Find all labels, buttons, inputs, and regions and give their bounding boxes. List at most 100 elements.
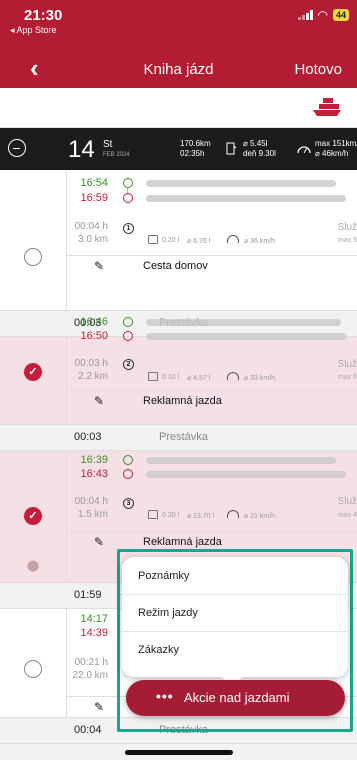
trip-selected-check-icon[interactable]: ✓ [24,363,42,381]
trip-end-time: 16:43 [80,468,108,480]
speedometer-icon [227,372,239,380]
fuel-icon [148,372,158,381]
day-speed-max: max 151km/h [315,139,357,148]
collapse-icon[interactable] [8,139,26,157]
trip-start-time: 16:39 [80,454,108,466]
trip-end-time: 14:39 [80,627,108,639]
purpose-row[interactable]: ✎ Reklamná jazda [66,390,357,412]
done-button[interactable]: Hotovo [294,61,342,78]
break-time: 01:59 [74,589,102,601]
start-location-icon [123,455,133,465]
month-year: FEB 2024 [103,152,130,158]
pencil-icon[interactable]: ✎ [66,259,132,273]
end-location-icon [123,193,133,203]
back-to-app-store[interactable]: ◂ App Store [10,25,57,36]
trip-actions-button[interactable]: ••• Akcie nad jazdami [126,680,345,716]
trip-duration: 00:21 h [74,657,108,668]
trip-selected-check-icon[interactable]: ✓ [24,507,42,525]
status-icons: ◠ 44 [297,8,349,22]
home-indicator[interactable] [125,750,233,755]
break-label: Prestávka [159,431,208,443]
trip-speed: ⌀ 36 km/h [244,238,276,245]
day-fuel-avg: ⌀ 5.45l [243,139,268,148]
trip-max-speed: max 4 [337,512,357,519]
break-time: 00:04 [74,724,102,736]
trip-speed: ⌀ 33 km/h [244,375,276,382]
start-address-redacted [146,457,336,464]
trip-end-time: 16:50 [80,330,108,342]
start-address-redacted [146,319,341,326]
start-location-icon [123,178,133,188]
trip-select-radio[interactable] [24,660,42,678]
day-speed-avg: ⌀ 46km/h [315,149,349,158]
pencil-icon[interactable]: ✎ [66,394,132,408]
trip-duration: 00:04 h [74,221,108,232]
trip-max-speed: max 6 [337,374,357,381]
day-name: St [103,139,113,150]
trip-fuel-avg: ⌀ 13.70 l [187,513,215,520]
trip-actions-label: Akcie nad jazdami [184,690,290,705]
actions-popup-menu: Poznámky Režim jazdy Zákazky [122,557,348,687]
trip-number: 2 [123,359,134,370]
break-row: 00:03 Prestávka [0,425,357,451]
menu-item-orders[interactable]: Zákazky [138,644,179,656]
trip-start-time: 16:54 [80,177,108,189]
trip-row[interactable]: ✓ 16:46 16:50 00:03 h 2.2 km 2 Služ 0.10… [0,316,357,425]
trip-type: Služ [337,222,357,233]
speedometer-icon [227,510,239,518]
start-location-icon [123,317,133,327]
trip-type: Služ [337,496,357,507]
trip-speed: ⌀ 21 km/h [244,513,276,520]
trip-fuel: 0.20 l [162,237,180,244]
trip-distance: 1.5 km [77,509,108,520]
fuel-icon [226,142,237,155]
break-time: 00:03 [74,431,102,443]
trip-distance: 2.2 km [77,371,108,382]
end-location-icon [123,469,133,479]
trip-purpose: Reklamná jazda [143,536,222,548]
status-bar: 21:30 ◂ App Store ◠ 44 [0,0,357,52]
start-address-redacted [146,180,336,187]
day-header[interactable]: 14 St FEB 2024 170.6km 02:35h ⌀ 5.45l de… [0,128,357,170]
trip-fuel-avg: ⌀ 6.76 l [187,238,211,245]
trip-duration: 00:04 h [74,496,108,507]
end-location-icon [123,331,133,341]
pencil-icon[interactable]: ✎ [66,535,132,549]
fuel-icon [148,235,158,244]
end-address-redacted [146,195,346,202]
trip-duration: 00:03 h [74,358,108,369]
wifi-icon: ◠ [317,8,328,22]
end-address-redacted [146,333,346,340]
trip-type: Služ [337,359,357,370]
battery-indicator: 44 [332,9,349,21]
trip-end-time: 16:59 [80,192,108,204]
trip-number: 1 [123,223,134,234]
purpose-row[interactable]: ✎ Cesta domov [66,255,357,277]
speedometer-icon [227,235,239,243]
status-time: 21:30 [24,7,63,24]
menu-item-notes[interactable]: Poznámky [138,570,189,582]
day-fuel-total: deň 9.30l [243,149,276,158]
speedometer-icon [297,146,311,154]
trip-max-speed: max 5 [337,237,357,244]
day-distance: 170.6km [180,139,211,148]
trip-fuel-avg: ⌀ 4.57 l [187,375,211,382]
menu-item-trip-mode[interactable]: Režim jazdy [138,607,198,619]
trip-fuel: 0.10 l [162,374,180,381]
trip-distance: 22.0 km [72,670,108,681]
more-dots-icon: ••• [156,688,174,704]
trip-select-radio[interactable] [24,248,42,266]
trip-purpose: Reklamná jazda [143,395,222,407]
boat-icon[interactable] [311,96,343,123]
fuel-icon [148,510,158,519]
trip-start-time: 16:46 [80,316,108,328]
end-address-redacted [146,471,346,478]
trip-distance: 3.0 km [77,234,108,245]
nav-bar: ‹ Kniha jázd Hotovo [0,52,357,88]
trip-purpose: Cesta domov [143,260,208,272]
trip-row[interactable]: 16:54 16:59 00:04 h 3.0 km 1 Služ 0.20 l… [0,170,357,311]
location-pin-icon[interactable]: ⬤ [0,559,66,572]
day-number: 14 [68,136,95,163]
day-duration: 02:35h [180,149,205,158]
toolbar [0,88,357,128]
